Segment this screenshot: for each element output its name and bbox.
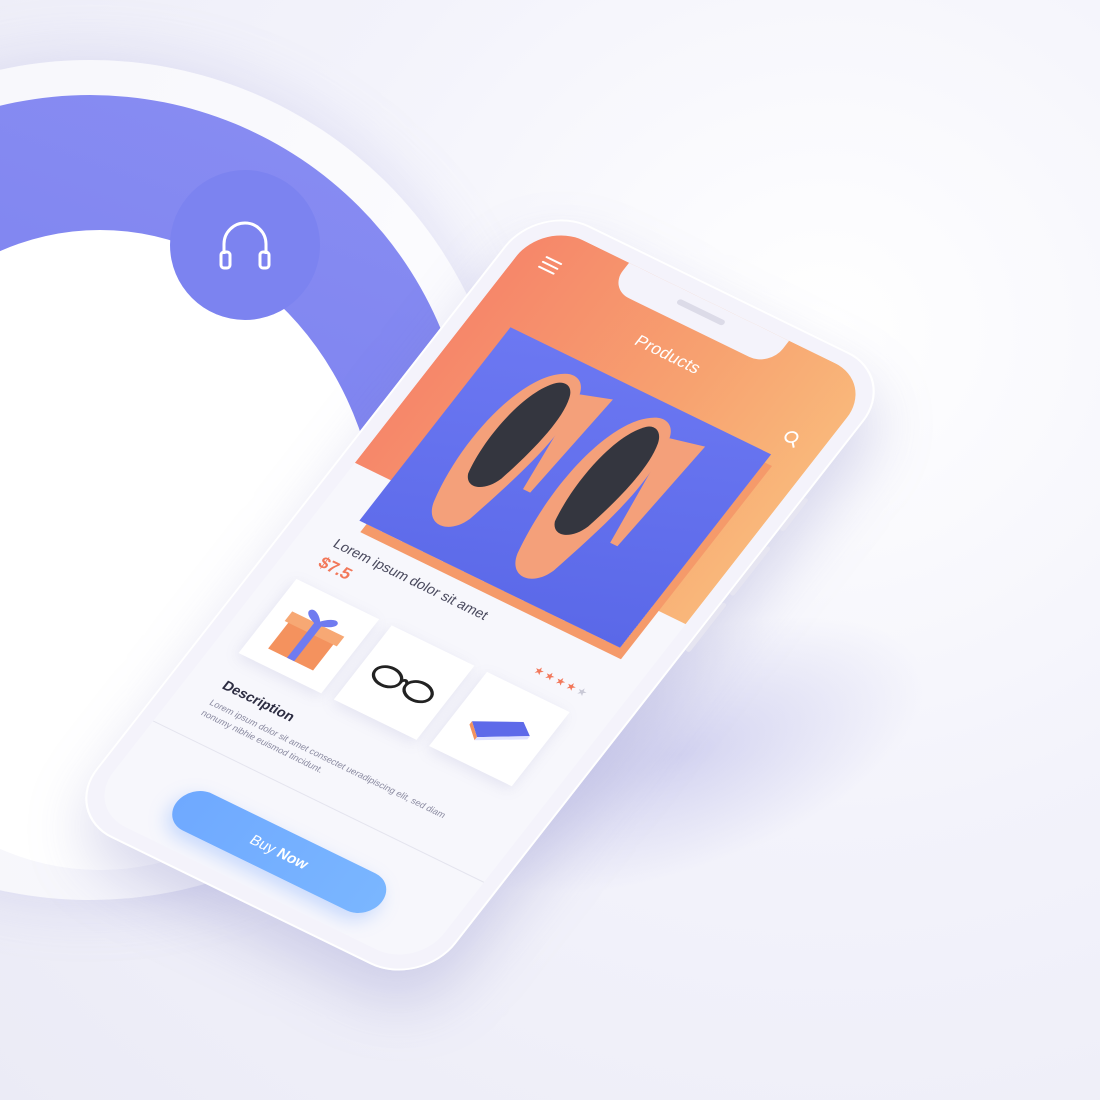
rating-stars: ★★★★★ [531,664,593,701]
headphones-icon [219,221,271,270]
gift-box-icon [268,609,345,671]
book-icon [469,721,530,741]
phone-speaker [675,298,727,327]
glasses-icon [371,665,434,704]
product-thumbnails [238,578,594,798]
buy-button-label-strong: Now [272,845,312,873]
hamburger-menu-icon[interactable] [537,255,563,275]
phone-mockup: Products Lorem ipsum dolor sit amet $7.5… [61,201,899,989]
buy-button-label: Buy [245,832,280,858]
